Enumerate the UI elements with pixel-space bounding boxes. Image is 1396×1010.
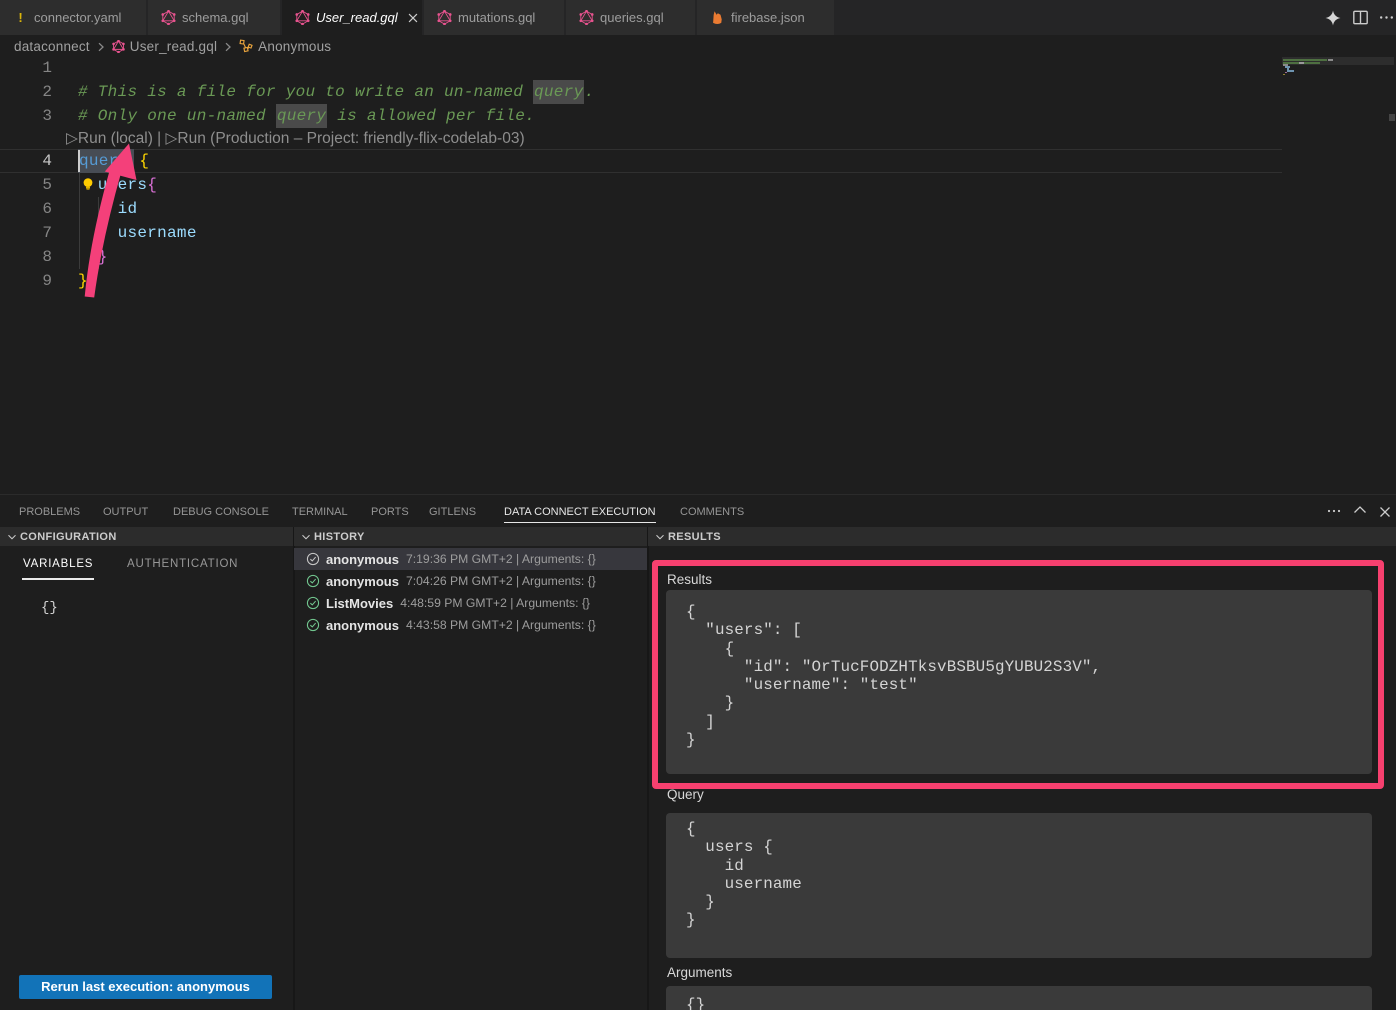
svg-text:!: ! — [18, 10, 22, 25]
